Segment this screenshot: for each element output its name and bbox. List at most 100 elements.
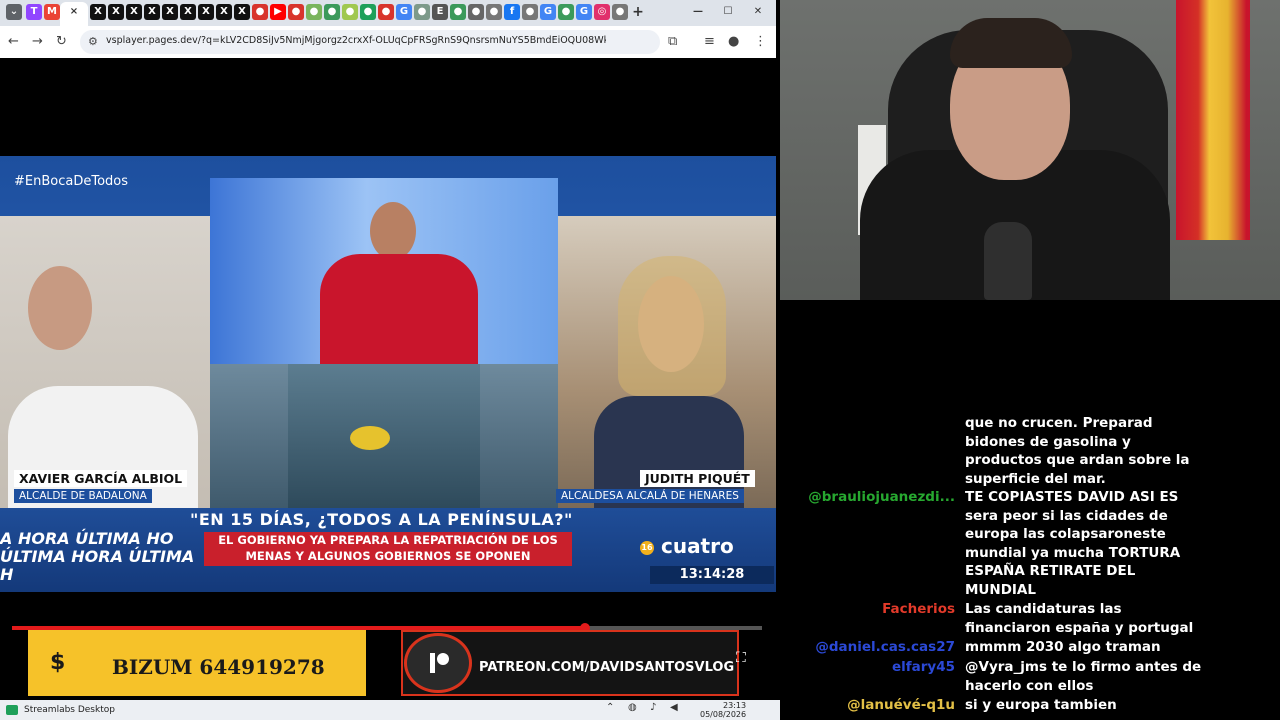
chat-username[interactable]: @brauliojuanezdi... [808,488,955,507]
tab-site-icon[interactable]: E [432,4,448,20]
tab-site-icon[interactable]: ● [486,4,502,20]
tab-site-icon[interactable]: ● [342,4,358,20]
tray-clock[interactable]: 23:13 05/08/2026 [700,701,746,719]
tab-site-icon[interactable]: ● [414,4,430,20]
guest-left-face [28,266,92,350]
windows-taskbar [0,700,780,720]
news-headline: "EN 15 DÍAS, ¿TODOS A LA PENÍNSULA?" [190,510,573,529]
forward-icon[interactable]: → [32,34,43,50]
tray-date: 05/08/2026 [700,710,747,719]
window-minimize-button[interactable]: — [690,4,706,20]
tab-x-icon[interactable]: X [162,4,178,20]
tab-x-icon[interactable]: X [144,4,160,20]
window-close-button[interactable]: ✕ [750,4,766,20]
studio-guest-shirt [320,254,478,364]
chat-message: @Vyra_jms te lo firmo antes de hacerlo c… [965,658,1255,695]
guest-right-hair [618,256,726,396]
address-url[interactable]: vsplayer.pages.dev/?q=kLV2CD8SiJv5NmjMjg… [106,35,606,46]
streamlabs-icon[interactable] [6,705,18,715]
news-subline-2: MENAS Y ALGUNOS GOBIERNOS SE OPONEN [245,549,531,563]
tab-youtube-icon[interactable]: ▶ [270,4,286,20]
channel-logo: 16 cuatro [640,534,734,558]
chat-line: productos que ardan sobre la [965,452,1190,468]
tab-news-icon[interactable]: ● [288,4,304,20]
chat-line: si y europa tambien [965,697,1117,713]
chat-line: MUNDIAL [965,581,1036,598]
streamer-hair [950,18,1072,68]
tray-chevron-icon[interactable]: ⌃ [606,702,614,713]
tab-strip: ⌄ T M × X X X X X X X X X ● ▶ ● ● ● ● ● … [0,0,776,26]
chat-message: Las candidaturas las financiaron españa … [965,600,1255,637]
chat-username[interactable]: @lanuévé-q1u [847,696,955,715]
program-hashtag: #EnBocaDeTodos [14,174,129,189]
tab-x-icon[interactable]: X [90,4,106,20]
chat-line: sera peor si las cidades de [965,507,1168,524]
chat-line: financiaron españa y portugal [965,619,1194,636]
tab-site-icon[interactable]: ● [612,4,628,20]
tab-gmail-icon[interactable]: M [44,4,60,20]
fullscreen-icon[interactable]: ⛶ [736,650,746,666]
new-tab-button[interactable]: + [630,4,646,20]
chat-line: TE COPIASTES DAVID ASI ES [965,489,1179,505]
background-flag [1176,0,1250,240]
chat-username[interactable]: elfary45 [892,658,955,677]
tab-x-icon[interactable]: X [198,4,214,20]
tab-google-icon[interactable]: G [540,4,556,20]
site-info-icon[interactable]: ⚙ [88,34,98,50]
tab-x-icon[interactable]: X [216,4,232,20]
broadcast-clock: 13:14:28 [650,566,774,584]
tab-x-icon[interactable]: X [126,4,142,20]
tab-search-icon[interactable]: ⌄ [6,4,22,20]
tab-site-icon[interactable]: ● [468,4,484,20]
media-control-icon[interactable]: ≡ [704,34,715,50]
tab-facebook-icon[interactable]: f [504,4,520,20]
tab-google-icon[interactable]: G [396,4,412,20]
back-icon[interactable]: ← [8,34,19,50]
chat-line: bidones de gasolina y [965,433,1131,450]
guest-right-name: JUDITH PIQUÉT [640,470,755,487]
tab-site-icon[interactable]: ● [324,4,340,20]
chat-line: superficie del mar. [965,470,1106,487]
tab-site-icon[interactable]: ● [306,4,322,20]
ticker-line-2: ÚLTIMA HORA ÚLTIMA H [0,547,195,584]
microphone-icon[interactable]: ♪ [650,702,656,713]
profile-avatar-icon[interactable]: ● [728,34,739,50]
tab-news-icon[interactable]: ● [252,4,268,20]
tab-news-icon[interactable]: ● [378,4,394,20]
reload-icon[interactable]: ↻ [56,34,67,50]
tab-twitch-icon[interactable]: T [26,4,42,20]
news-subline: EL GOBIERNO YA PREPARA LA REPATRIACIÓN D… [204,532,572,566]
chat-username[interactable]: @daniel.cas.cas27 [815,638,955,657]
chat-message: que no crucen. Preparad bidones de gasol… [965,414,1255,488]
guest-left-name: XAVIER GARCÍA ALBIOL [14,470,188,487]
tab-x-icon[interactable]: X [234,4,250,20]
taskbar-app-streamlabs[interactable]: Streamlabs Desktop [24,705,115,715]
tab-site-icon[interactable]: ● [450,4,466,20]
studio-feed [210,178,558,364]
tab-site-icon[interactable]: ● [360,4,376,20]
tab-site-icon[interactable]: ● [558,4,574,20]
guest-left-feed [0,216,210,508]
tab-x-icon[interactable]: X [108,4,124,20]
tab-google-icon[interactable]: G [576,4,592,20]
extensions-icon[interactable]: ⧉ [668,34,677,50]
tab-close-icon[interactable]: × [66,4,82,20]
chat-message: TE COPIASTES DAVID ASI ES sera peor si l… [965,488,1255,599]
tab-instagram-icon[interactable]: ◎ [594,4,610,20]
channel-name: cuatro [660,534,734,558]
chat-line: que no crucen. Preparad [965,415,1153,431]
guest-right-role: ALCALDESA ALCALÁ DE HENARES [556,489,744,503]
chat-line: hacerlo con ellos [965,677,1094,694]
microphone [984,222,1032,300]
window-maximize-button[interactable]: ☐ [720,4,736,20]
ticker-line-1: A HORA ÚLTIMA HO [0,529,174,548]
tab-site-icon[interactable]: ● [522,4,538,20]
menu-kebab-icon[interactable]: ⋮ [754,34,767,50]
studio-guest-face [370,202,416,260]
tab-x-icon[interactable]: X [180,4,196,20]
volume-icon[interactable]: ◀ [670,702,678,713]
guest-left-role: ALCALDE DE BADALONA [14,489,152,503]
chat-line: @Vyra_jms te lo firmo antes de [965,659,1202,675]
chat-username[interactable]: Facherios [882,600,955,619]
network-icon[interactable]: ◍ [628,702,637,713]
